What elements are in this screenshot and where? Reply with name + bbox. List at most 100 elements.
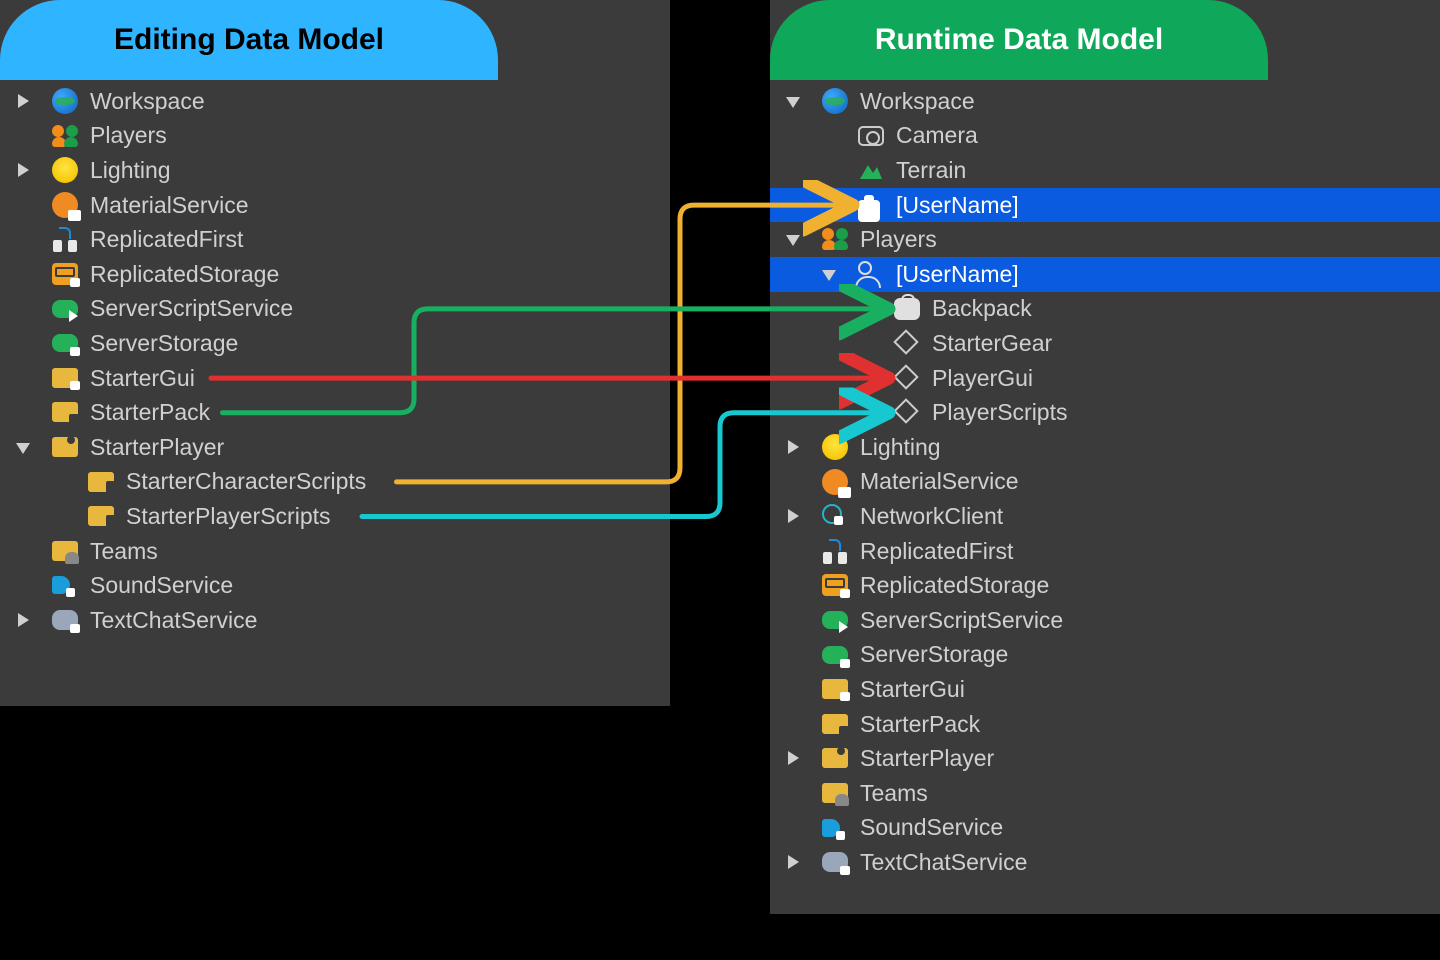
- tree-row[interactable]: ReplicatedStorage: [770, 568, 1440, 603]
- tree-row[interactable]: StarterPlayerScripts: [0, 499, 670, 534]
- tree-row-label: ReplicatedStorage: [860, 572, 1049, 599]
- tree-row-label: StarterPlayer: [90, 434, 224, 461]
- tree-row-label: NetworkClient: [860, 503, 1003, 530]
- cloud-box-icon: [52, 334, 78, 352]
- tree-row[interactable]: Terrain: [770, 153, 1440, 188]
- tree-row[interactable]: MaterialService: [770, 465, 1440, 500]
- tree-row[interactable]: Lighting: [0, 153, 670, 188]
- diamond-icon: [893, 329, 918, 354]
- tree-row-label: PlayerGui: [932, 365, 1033, 392]
- network-icon: [822, 504, 842, 524]
- cloud-play-icon: [822, 611, 848, 629]
- left-panel: Editing Data Model Workspace Players Light…: [0, 0, 670, 706]
- tree-row-label: Backpack: [932, 295, 1032, 322]
- tree-row[interactable]: ReplicatedStorage: [0, 257, 670, 292]
- right-panel-header: Runtime Data Model: [770, 0, 1268, 80]
- lightbulb-icon: [52, 157, 78, 183]
- tree-row-label: Camera: [896, 122, 978, 149]
- tree-row[interactable]: TextChatService: [770, 845, 1440, 880]
- tree-row[interactable]: StarterPlayer: [0, 430, 670, 465]
- tree-row-label: Players: [90, 122, 167, 149]
- tree-row[interactable]: Camera: [770, 119, 1440, 154]
- expander-open-icon[interactable]: [822, 270, 836, 281]
- tree-row[interactable]: PlayerGui: [770, 361, 1440, 396]
- tree-row-label: StarterPlayer: [860, 745, 994, 772]
- tree-row-label: ReplicatedFirst: [860, 538, 1013, 565]
- tree-row[interactable]: StarterGear: [770, 326, 1440, 361]
- tree-row[interactable]: Workspace: [770, 84, 1440, 119]
- tree-row-label: ServerScriptService: [90, 295, 293, 322]
- tree-row[interactable]: Lighting: [770, 430, 1440, 465]
- tree-row-label: StarterPlayerScripts: [126, 503, 331, 530]
- left-panel-header: Editing Data Model: [0, 0, 498, 80]
- expander-open-icon[interactable]: [16, 443, 30, 454]
- expander-closed-icon[interactable]: [18, 94, 29, 108]
- expander-open-icon[interactable]: [786, 235, 800, 246]
- tree-row-label: ReplicatedFirst: [90, 226, 243, 253]
- tree-row-label: StarterGui: [860, 676, 965, 703]
- tree-row[interactable]: Players: [0, 119, 670, 154]
- tree-row[interactable]: NetworkClient: [770, 499, 1440, 534]
- expander-closed-icon[interactable]: [788, 440, 799, 454]
- expander-closed-icon[interactable]: [18, 613, 29, 627]
- expander-closed-icon[interactable]: [788, 751, 799, 765]
- tree-row-label: Workspace: [90, 88, 205, 115]
- expander-open-icon[interactable]: [786, 97, 800, 108]
- tree-row-label: ServerStorage: [90, 330, 238, 357]
- tree-row-label: TextChatService: [90, 607, 257, 634]
- tree-row[interactable]: StarterGui: [770, 672, 1440, 707]
- tree-row[interactable]: TextChatService: [0, 603, 670, 638]
- tree-row[interactable]: StarterPack: [770, 707, 1440, 742]
- folder-script-icon: [88, 472, 114, 492]
- replicate-storage-icon: [52, 263, 78, 285]
- tree-row[interactable]: Teams: [0, 534, 670, 569]
- character-rig-icon: [858, 200, 880, 222]
- tree-row[interactable]: ServerScriptService: [0, 292, 670, 327]
- tree-row[interactable]: ReplicatedFirst: [0, 222, 670, 257]
- tree-row[interactable]: ServerScriptService: [770, 603, 1440, 638]
- tree-row[interactable]: Backpack: [770, 292, 1440, 327]
- expander-closed-icon[interactable]: [788, 509, 799, 523]
- tree-row[interactable]: StarterGui: [0, 361, 670, 396]
- tree-row[interactable]: ServerStorage: [770, 638, 1440, 673]
- tree-row-label: MaterialService: [90, 192, 249, 219]
- tree-row[interactable]: Teams: [770, 776, 1440, 811]
- tree-row[interactable]: [UserName]: [770, 188, 1440, 223]
- right-panel: Runtime Data Model Workspace Camera Terrai…: [770, 0, 1440, 914]
- tree-row-label: Teams: [860, 780, 928, 807]
- tree-row[interactable]: Workspace: [0, 84, 670, 119]
- tree-row-label: StarterPack: [860, 711, 980, 738]
- tree-row[interactable]: ServerStorage: [0, 326, 670, 361]
- tree-row-label: SoundService: [90, 572, 233, 599]
- tree-row[interactable]: MaterialService: [0, 188, 670, 223]
- tree-row[interactable]: SoundService: [770, 811, 1440, 846]
- tree-row[interactable]: StarterPlayer: [770, 741, 1440, 776]
- folder-icon: [822, 679, 848, 699]
- tree-row[interactable]: StarterPack: [0, 395, 670, 430]
- tree-row-label: Lighting: [90, 157, 171, 184]
- tree-row[interactable]: SoundService: [0, 568, 670, 603]
- right-panel-title: Runtime Data Model: [875, 23, 1163, 57]
- tree-row-label: StarterGear: [932, 330, 1052, 357]
- expander-closed-icon[interactable]: [788, 855, 799, 869]
- diagram-stage: Editing Data Model Workspace Players Light…: [0, 0, 1440, 960]
- folder-person-icon: [52, 437, 78, 457]
- replicate-storage-icon: [822, 574, 848, 596]
- tree-row[interactable]: PlayerScripts: [770, 395, 1440, 430]
- tree-row-label: Terrain: [896, 157, 966, 184]
- replicate-first-icon: [52, 226, 78, 252]
- diamond-icon: [893, 364, 918, 389]
- players-icon: [822, 226, 848, 252]
- expander-closed-icon[interactable]: [18, 163, 29, 177]
- tree-row[interactable]: [UserName]: [770, 257, 1440, 292]
- tree-row-label: StarterGui: [90, 365, 195, 392]
- tree-row[interactable]: Players: [770, 222, 1440, 257]
- right-tree: WorkspaceCameraTerrain[UserName]Players[…: [770, 84, 1440, 880]
- workspace-icon: [52, 88, 78, 114]
- cloud-play-icon: [52, 300, 78, 318]
- tree-row[interactable]: StarterCharacterScripts: [0, 465, 670, 500]
- tree-row-label: [UserName]: [896, 261, 1019, 288]
- user-icon: [858, 261, 872, 275]
- tree-row-label: SoundService: [860, 814, 1003, 841]
- tree-row[interactable]: ReplicatedFirst: [770, 534, 1440, 569]
